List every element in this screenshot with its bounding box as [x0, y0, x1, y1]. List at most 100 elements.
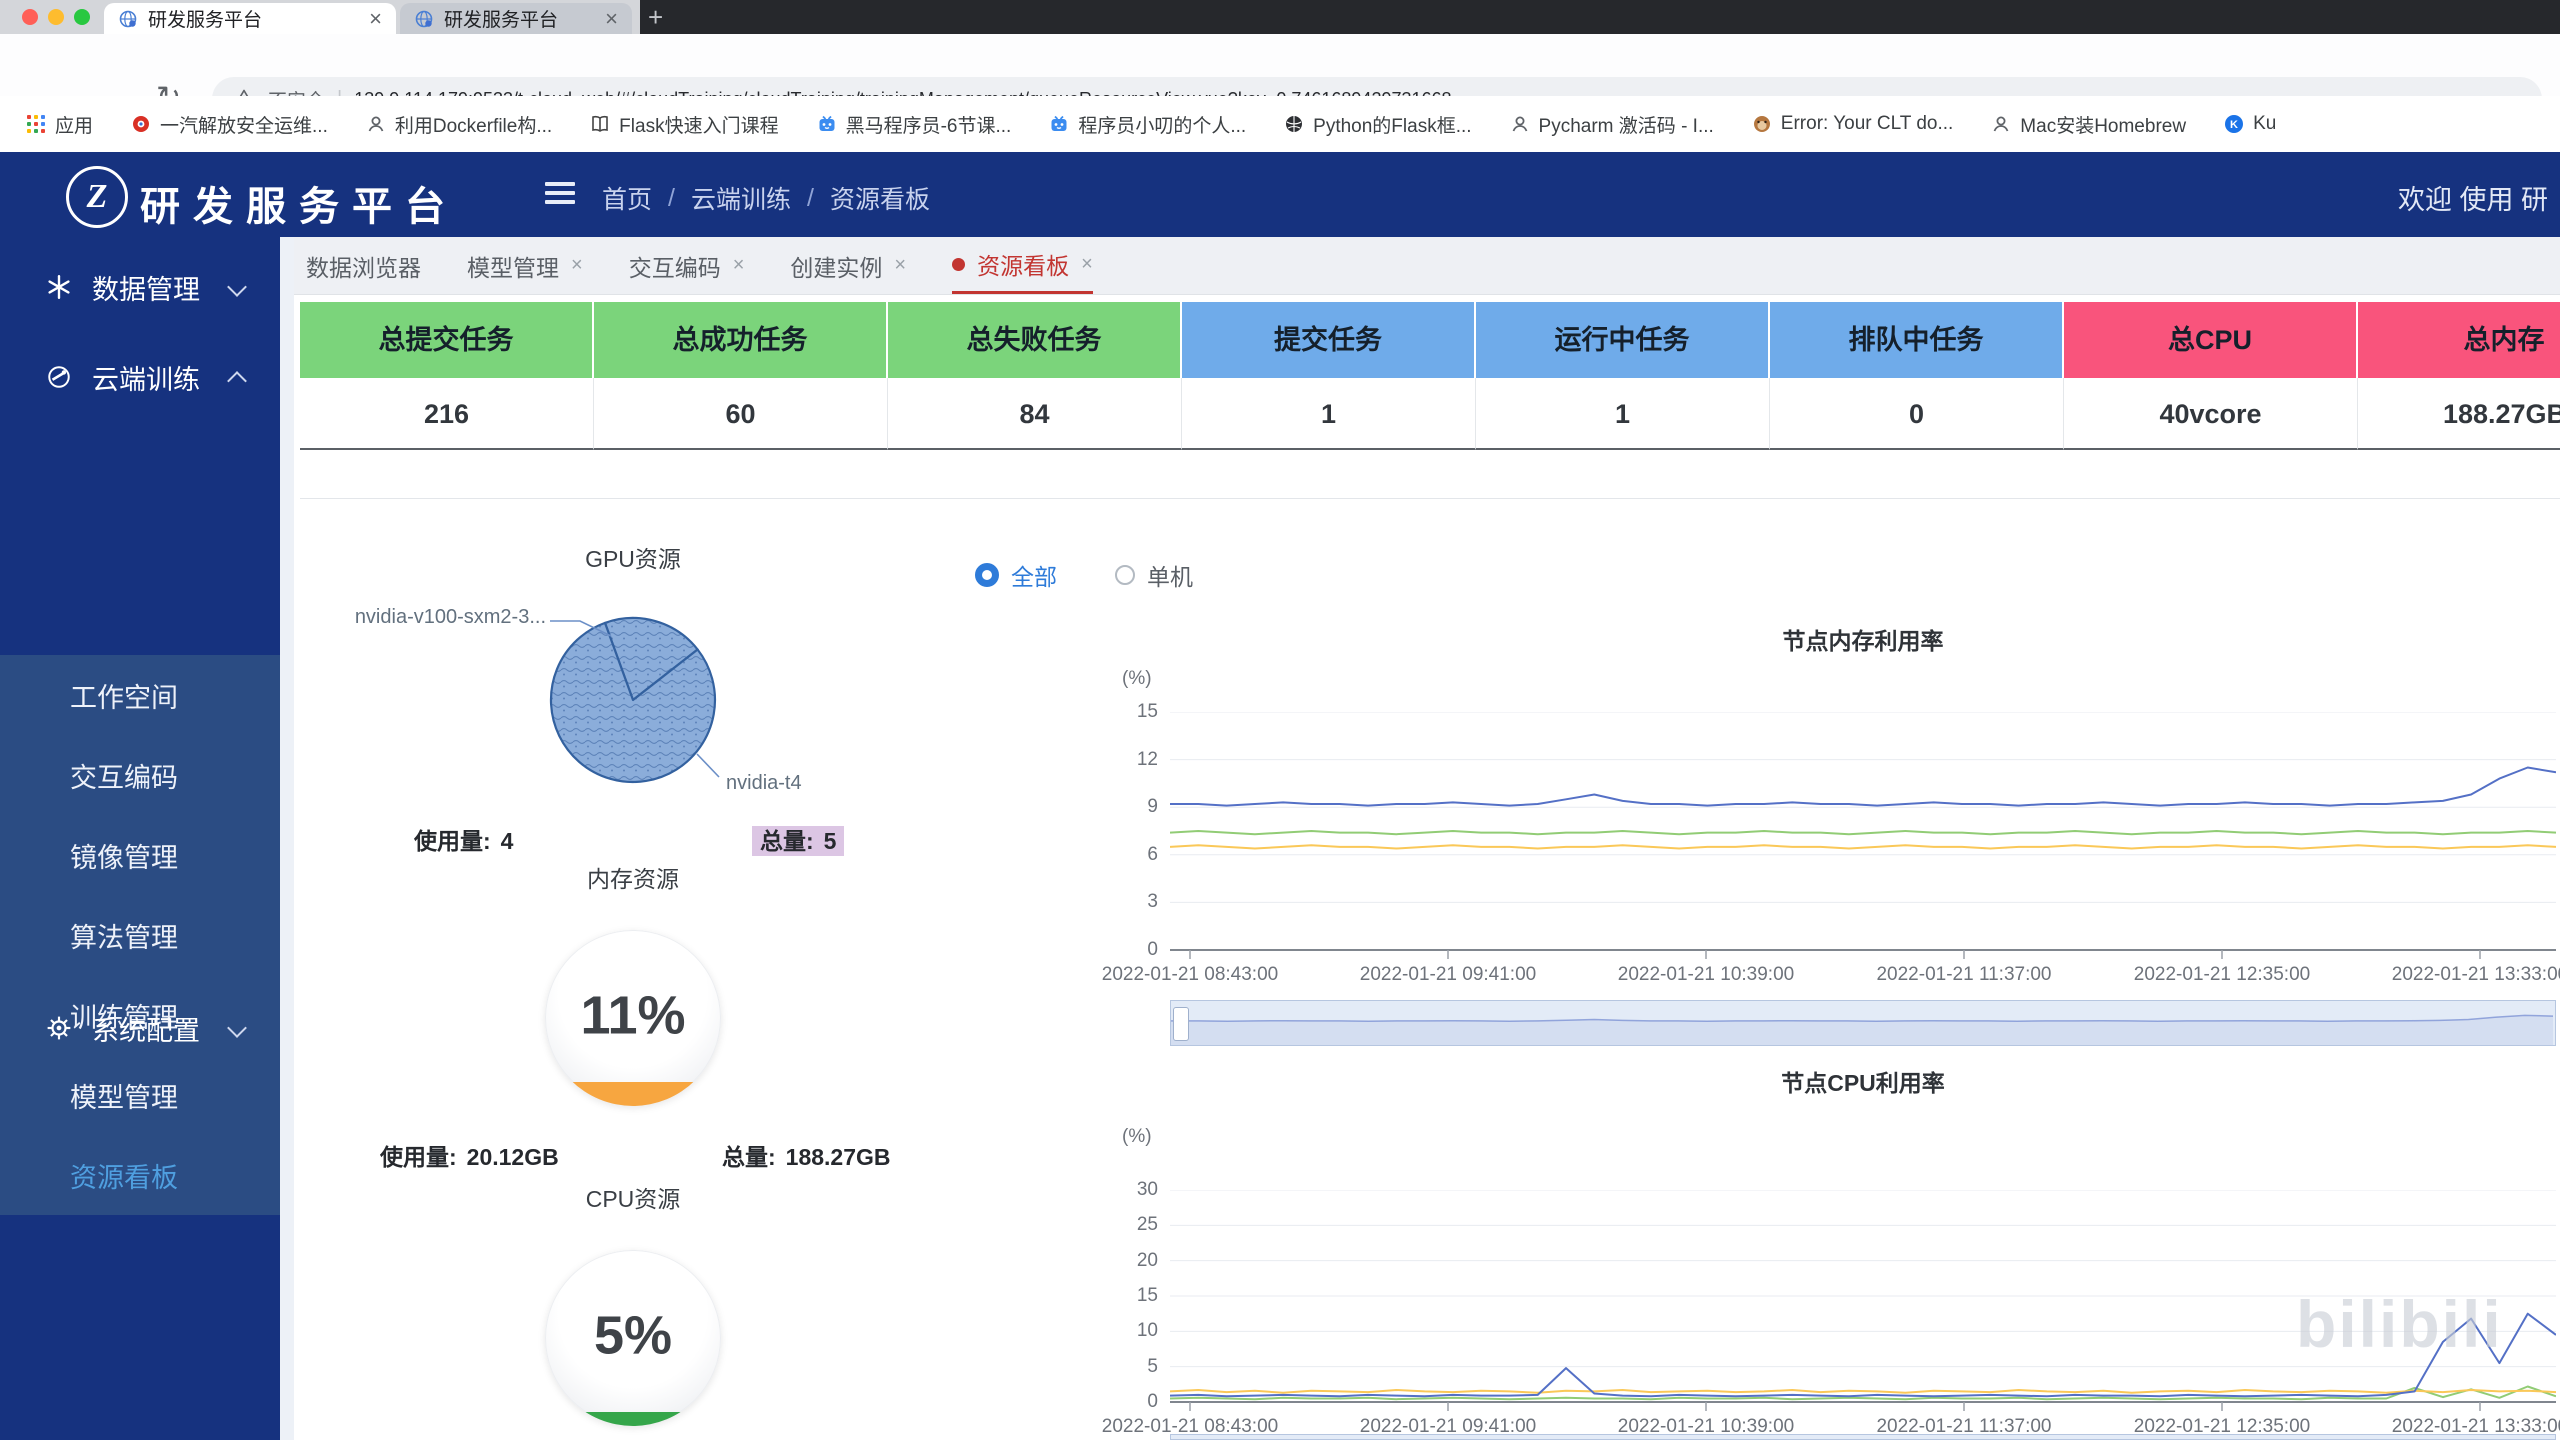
bookmark-label: 利用Dockerfile构... [394, 115, 553, 137]
stats-column: 提交任务 1 [1182, 302, 1476, 450]
memory-gauge: 11% [545, 930, 721, 1106]
bookmark-item[interactable]: 应用 [26, 111, 93, 138]
gpu-total-label: 总量: [760, 828, 814, 854]
window-minimize-icon[interactable] [48, 9, 64, 25]
apps-grid-icon [26, 114, 46, 134]
memory-used-label: 使用量: [380, 1144, 457, 1170]
stats-column: 总内存 188.27GB [2358, 302, 2560, 450]
sidebar-item[interactable]: 算法管理 [0, 895, 280, 975]
browser-tab-2[interactable]: 研发服务平台 × [400, 3, 632, 34]
node-scope-radio-group: 全部 单机 [975, 558, 1193, 592]
window-zoom-icon[interactable] [74, 9, 90, 25]
menu-toggle-icon[interactable] [545, 182, 575, 209]
content-tab[interactable]: 创建实例 × [790, 237, 906, 294]
gpu-total-highlight: 总量: 5 [752, 826, 845, 856]
memory-gauge-fill [545, 1082, 721, 1106]
tab-label: 创建实例 [790, 254, 883, 281]
bookmark-item[interactable]: Mac安装Homebrew [1991, 111, 2186, 138]
y-axis-unit: (%) [1122, 1126, 1152, 1147]
bookmark-item[interactable]: Error: Your CLT do... [1752, 113, 1953, 135]
window-close-icon[interactable] [22, 9, 38, 25]
bilibili-watermark: bilibili [2296, 1287, 2503, 1361]
sidebar-item[interactable]: 模型管理 [0, 1055, 280, 1135]
section-divider [300, 498, 2560, 499]
sidebar-group-data-management[interactable]: 数据管理 [0, 262, 280, 312]
close-icon[interactable]: × [733, 254, 745, 277]
bookmark-item[interactable]: 利用Dockerfile构... [366, 111, 552, 138]
breadcrumb-resource-board[interactable]: 资源看板 [830, 180, 930, 216]
stats-header-cell: 总内存 [2358, 302, 2560, 378]
stats-header-cell: 总CPU [2064, 302, 2358, 378]
radio-unselected-icon [1115, 565, 1135, 585]
y-tick-label: 3 [1147, 891, 1158, 913]
screen: 研发服务平台 × 研发服务平台 × + ← → ↻ 不安全 | 139.9.11… [0, 0, 2560, 1440]
close-icon[interactable]: × [571, 254, 583, 277]
stats-table: 总提交任务 216 总成功任务 60 总失败任务 84 提交任务 1 运行中任务 1 排队中任务 0 总… [300, 302, 2560, 450]
content-tab[interactable]: 资源看板 × [952, 237, 1093, 294]
stats-column: 运行中任务 1 [1476, 302, 1770, 450]
radio-all[interactable]: 全部 [975, 558, 1057, 592]
globe-dark-icon [1284, 114, 1304, 134]
person-icon [366, 114, 386, 134]
bookmark-item[interactable]: 一汽解放安全运维... [131, 111, 328, 138]
close-icon[interactable]: × [1081, 253, 1093, 276]
datazoom-minimap [1171, 1014, 2554, 1045]
sidebar-item[interactable]: 交互编码 [0, 735, 280, 815]
y-tick-label: 0 [1147, 939, 1158, 960]
bookmark-item[interactable]: K Ku [2224, 113, 2276, 135]
bookmark-item[interactable]: Python的Flask框... [1284, 111, 1472, 138]
sidebar-group-system-config[interactable]: 系统配置 [0, 1003, 280, 1053]
pie-slice-label-v100: nvidia-v100-sxm2-3... [354, 606, 546, 628]
breadcrumb-home[interactable]: 首页 [602, 180, 652, 216]
sidebar-group-label: 数据管理 [92, 274, 200, 305]
new-tab-button[interactable]: + [648, 2, 663, 33]
chart-title: 节点内存利用率 [1782, 628, 1944, 654]
bookmark-item[interactable]: 程序员小叨的个人... [1049, 111, 1246, 138]
datazoom-slider[interactable] [1170, 1000, 2556, 1046]
brand-logo-icon: Z [66, 166, 128, 228]
sidebar-item[interactable]: 资源看板 [0, 1135, 280, 1215]
bookmark-label: Flask快速入门课程 [619, 115, 779, 137]
chevron-up-icon [227, 371, 247, 391]
memory-total-label: 总量: [722, 1144, 776, 1170]
browser-tab-1[interactable]: 研发服务平台 × [104, 3, 396, 34]
breadcrumb-cloud-training[interactable]: 云端训练 [691, 180, 791, 216]
y-tick-label: 25 [1136, 1214, 1158, 1236]
bookmark-label: Python的Flask框... [1313, 115, 1472, 137]
tab-label: 资源看板 [977, 253, 1070, 279]
datazoom-left-handle[interactable] [1173, 1007, 1189, 1041]
bookmark-item[interactable]: 黑马程序员-6节课... [817, 111, 1011, 138]
sidebar-item[interactable]: 镜像管理 [0, 815, 280, 895]
gpu-total-value: 5 [823, 828, 837, 854]
content-tab[interactable]: 模型管理 × [467, 237, 583, 294]
calendar-icon [817, 114, 837, 134]
content-tab[interactable]: 交互编码 × [629, 237, 745, 294]
x-tick-label: 2022-01-21 12:35:00 [2133, 1416, 2311, 1437]
bookmark-label: 应用 [55, 115, 94, 137]
bookmark-item[interactable]: Flask快速入门课程 [590, 111, 779, 138]
bookmark-item[interactable]: Pycharm 激活码 - I... [1510, 111, 1714, 138]
close-icon[interactable]: × [369, 7, 382, 30]
calendar-icon [1049, 114, 1069, 134]
memory-total-value: 188.27GB [785, 1144, 891, 1170]
stats-header-cell: 总提交任务 [300, 302, 594, 378]
stats-header-cell: 总成功任务 [594, 302, 888, 378]
radio-single[interactable]: 单机 [1115, 558, 1193, 592]
close-icon[interactable]: × [605, 7, 618, 30]
tab-title: 研发服务平台 [444, 10, 559, 31]
y-tick-label: 15 [1136, 701, 1158, 722]
svg-text:K: K [2230, 119, 2238, 131]
sidebar-item[interactable]: 工作空间 [0, 655, 280, 735]
stats-header-cell: 排队中任务 [1770, 302, 2064, 378]
stats-column: 总提交任务 216 [300, 302, 594, 450]
sidebar-group-cloud-training[interactable]: 云端训练 [0, 352, 280, 402]
monkey-icon [1752, 114, 1772, 134]
content-tab[interactable]: 数据浏览器 [306, 237, 421, 294]
x-tick-label: 2022-01-21 13:33:00 [2391, 1416, 2560, 1437]
bookmark-label: Mac安装Homebrew [2020, 115, 2187, 137]
tab-label: 数据浏览器 [306, 254, 421, 281]
stats-column: 总成功任务 60 [594, 302, 888, 450]
x-tick-label: 2022-01-21 10:39:00 [1617, 964, 1795, 985]
cpu-gauge: 5% [545, 1250, 721, 1426]
close-icon[interactable]: × [894, 254, 906, 277]
